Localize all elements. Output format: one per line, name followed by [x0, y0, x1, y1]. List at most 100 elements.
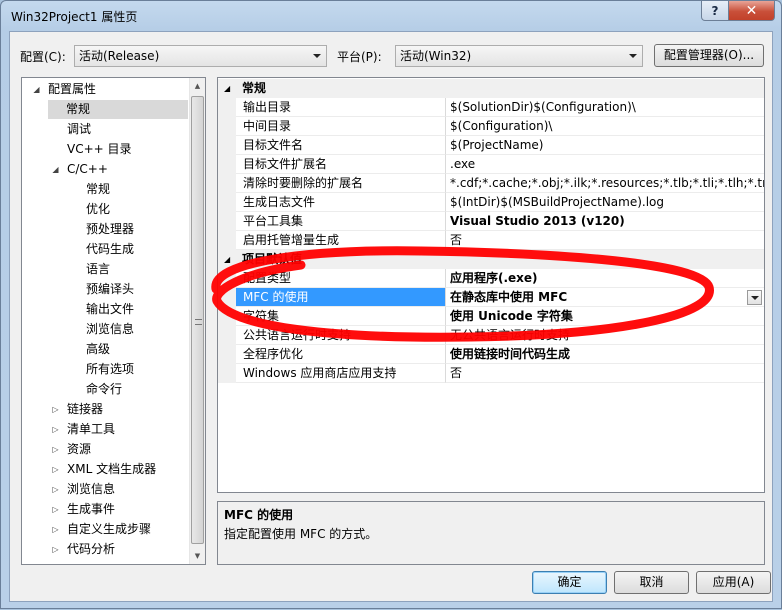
property-row[interactable]: MFC 的使用 在静态库中使用 MFC	[218, 288, 764, 307]
property-name: 清除时要删除的扩展名	[236, 174, 446, 193]
property-value[interactable]: .exe	[446, 155, 764, 174]
property-name: 全程序优化	[236, 345, 446, 364]
property-name: 字符集	[236, 307, 446, 326]
property-category[interactable]: ◢ 常规	[218, 79, 764, 98]
tree-item[interactable]: ◢ 配置属性	[22, 80, 189, 99]
property-row[interactable]: 输出目录 $(SolutionDir)$(Configuration)\	[218, 98, 764, 117]
collapsed-triangle-icon[interactable]: ▷	[51, 440, 60, 459]
property-row[interactable]: 全程序优化 使用链接时间代码生成	[218, 345, 764, 364]
window-title: Win32Project1 属性页	[11, 10, 138, 24]
description-title: MFC 的使用	[224, 508, 294, 522]
config-combo-value: 活动(Release)	[79, 49, 160, 63]
property-row[interactable]: 启用托管增量生成否	[218, 231, 764, 250]
collapsed-triangle-icon[interactable]: ▷	[51, 460, 60, 479]
expanded-triangle-icon[interactable]: ◢	[51, 160, 60, 179]
tree-item[interactable]: 预编译头	[22, 280, 189, 299]
property-row[interactable]: 清除时要删除的扩展名 *.cdf;*.cache;*.obj;*.ilk;*.re…	[218, 174, 764, 193]
property-row[interactable]: 公共语言运行时支持 无公共语言运行时支持	[218, 326, 764, 345]
property-value-text: 使用链接时间代码生成	[450, 347, 571, 361]
property-name: 目标文件名	[236, 136, 446, 155]
property-row[interactable]: 配置类型 应用程序(.exe)	[218, 269, 764, 288]
property-value[interactable]: $(Configuration)\	[446, 117, 764, 136]
tree-item-label: 浏览信息	[86, 322, 135, 336]
tree-item-label: 配置属性	[48, 82, 97, 96]
property-value-text: Visual Studio 2013 (v120)	[450, 214, 625, 228]
property-value[interactable]: $(ProjectName)	[446, 136, 764, 155]
tree-item[interactable]: ◢ C/C++	[22, 160, 189, 179]
apply-button[interactable]: 应用(A)	[696, 571, 771, 594]
tree-item[interactable]: 所有选项	[22, 360, 189, 379]
collapsed-triangle-icon[interactable]: ▷	[51, 520, 60, 539]
tree-scrollbar[interactable]: ▲ ▼	[189, 78, 205, 564]
platform-combo[interactable]: 活动(Win32)	[395, 45, 643, 67]
tree-item[interactable]: 输出文件	[22, 300, 189, 319]
ok-button[interactable]: 确定	[532, 571, 607, 594]
collapsed-triangle-icon[interactable]: ▷	[51, 480, 60, 499]
property-name: MFC 的使用	[236, 288, 446, 307]
property-value[interactable]: 应用程序(.exe)	[446, 269, 764, 288]
property-value[interactable]: 使用链接时间代码生成	[446, 345, 764, 364]
property-value[interactable]: *.cdf;*.cache;*.obj;*.ilk;*.resources;*.…	[446, 174, 764, 193]
property-value[interactable]: 在静态库中使用 MFC	[446, 288, 764, 307]
tree-item[interactable]: ▷ 资源	[22, 440, 189, 459]
help-icon: ?	[711, 3, 719, 18]
tree-item[interactable]: 浏览信息	[22, 320, 189, 339]
property-row[interactable]: 字符集 使用 Unicode 字符集	[218, 307, 764, 326]
value-dropdown-button[interactable]	[747, 290, 762, 305]
expanded-triangle-icon[interactable]: ◢	[224, 79, 230, 98]
tree-item[interactable]: 预处理器	[22, 220, 189, 239]
property-value[interactable]: 否	[446, 231, 764, 250]
tree-item[interactable]: ▷ 代码分析	[22, 540, 189, 559]
property-value[interactable]: $(SolutionDir)$(Configuration)\	[446, 98, 764, 117]
tree-item[interactable]: 代码生成	[22, 240, 189, 259]
collapsed-triangle-icon[interactable]: ▷	[51, 500, 60, 519]
property-value[interactable]: 使用 Unicode 字符集	[446, 307, 764, 326]
tree-item[interactable]: 高级	[22, 340, 189, 359]
property-row[interactable]: 目标文件名 $(ProjectName)	[218, 136, 764, 155]
scroll-down-icon[interactable]: ▼	[190, 548, 205, 564]
property-row[interactable]: 平台工具集 Visual Studio 2013 (v120)	[218, 212, 764, 231]
tree-item-label: 调试	[67, 122, 92, 136]
property-value[interactable]: 否	[446, 364, 764, 383]
tree-item[interactable]: 常规	[22, 180, 189, 199]
property-name: 配置类型	[236, 269, 446, 288]
expanded-triangle-icon[interactable]: ◢	[224, 250, 230, 269]
property-row[interactable]: 生成日志文件 $(IntDir)$(MSBuildProjectName).log	[218, 193, 764, 212]
tree-item[interactable]: 语言	[22, 260, 189, 279]
dialog-client-area: 配置(C): 活动(Release) 平台(P): 活动(Win32) 配置管理…	[9, 31, 773, 602]
tree-item[interactable]: ▷ 链接器	[22, 400, 189, 419]
description-text: 指定配置使用 MFC 的方式。	[224, 527, 378, 541]
tree-item[interactable]: 优化	[22, 200, 189, 219]
chevron-down-icon	[313, 54, 321, 58]
tree-item[interactable]: ▷ XML 文档生成器	[22, 460, 189, 479]
expanded-triangle-icon[interactable]: ◢	[32, 80, 41, 99]
property-value[interactable]: 无公共语言运行时支持	[446, 326, 764, 345]
property-value[interactable]: $(IntDir)$(MSBuildProjectName).log	[446, 193, 764, 212]
cancel-button[interactable]: 取消	[614, 571, 689, 594]
scroll-thumb[interactable]	[191, 96, 204, 544]
tree-item[interactable]: ▷ 浏览信息	[22, 480, 189, 499]
tree-item[interactable]: ▷ 自定义生成步骤	[22, 520, 189, 539]
scroll-up-icon[interactable]: ▲	[190, 78, 205, 94]
tree-item[interactable]: 常规	[48, 100, 188, 119]
collapsed-triangle-icon[interactable]: ▷	[51, 420, 60, 439]
tree-item[interactable]: VC++ 目录	[22, 140, 189, 159]
chevron-down-icon	[751, 296, 759, 300]
property-name: 公共语言运行时支持	[236, 326, 446, 345]
property-row[interactable]: 目标文件扩展名 .exe	[218, 155, 764, 174]
tree-item[interactable]: 调试	[22, 120, 189, 139]
collapsed-triangle-icon[interactable]: ▷	[51, 540, 60, 559]
property-category[interactable]: ◢ 项目默认值	[218, 250, 764, 269]
help-button[interactable]: ?	[701, 1, 729, 21]
close-icon: ✕	[745, 2, 758, 19]
tree-item[interactable]: 命令行	[22, 380, 189, 399]
tree-item[interactable]: ▷ 清单工具	[22, 420, 189, 439]
config-manager-button[interactable]: 配置管理器(O)...	[654, 44, 764, 67]
property-row[interactable]: Windows 应用商店应用支持否	[218, 364, 764, 383]
property-row[interactable]: 中间目录 $(Configuration)\	[218, 117, 764, 136]
tree-item[interactable]: ▷ 生成事件	[22, 500, 189, 519]
collapsed-triangle-icon[interactable]: ▷	[51, 400, 60, 419]
close-button[interactable]: ✕	[728, 1, 775, 21]
config-combo[interactable]: 活动(Release)	[74, 45, 327, 67]
property-value[interactable]: Visual Studio 2013 (v120)	[446, 212, 764, 231]
